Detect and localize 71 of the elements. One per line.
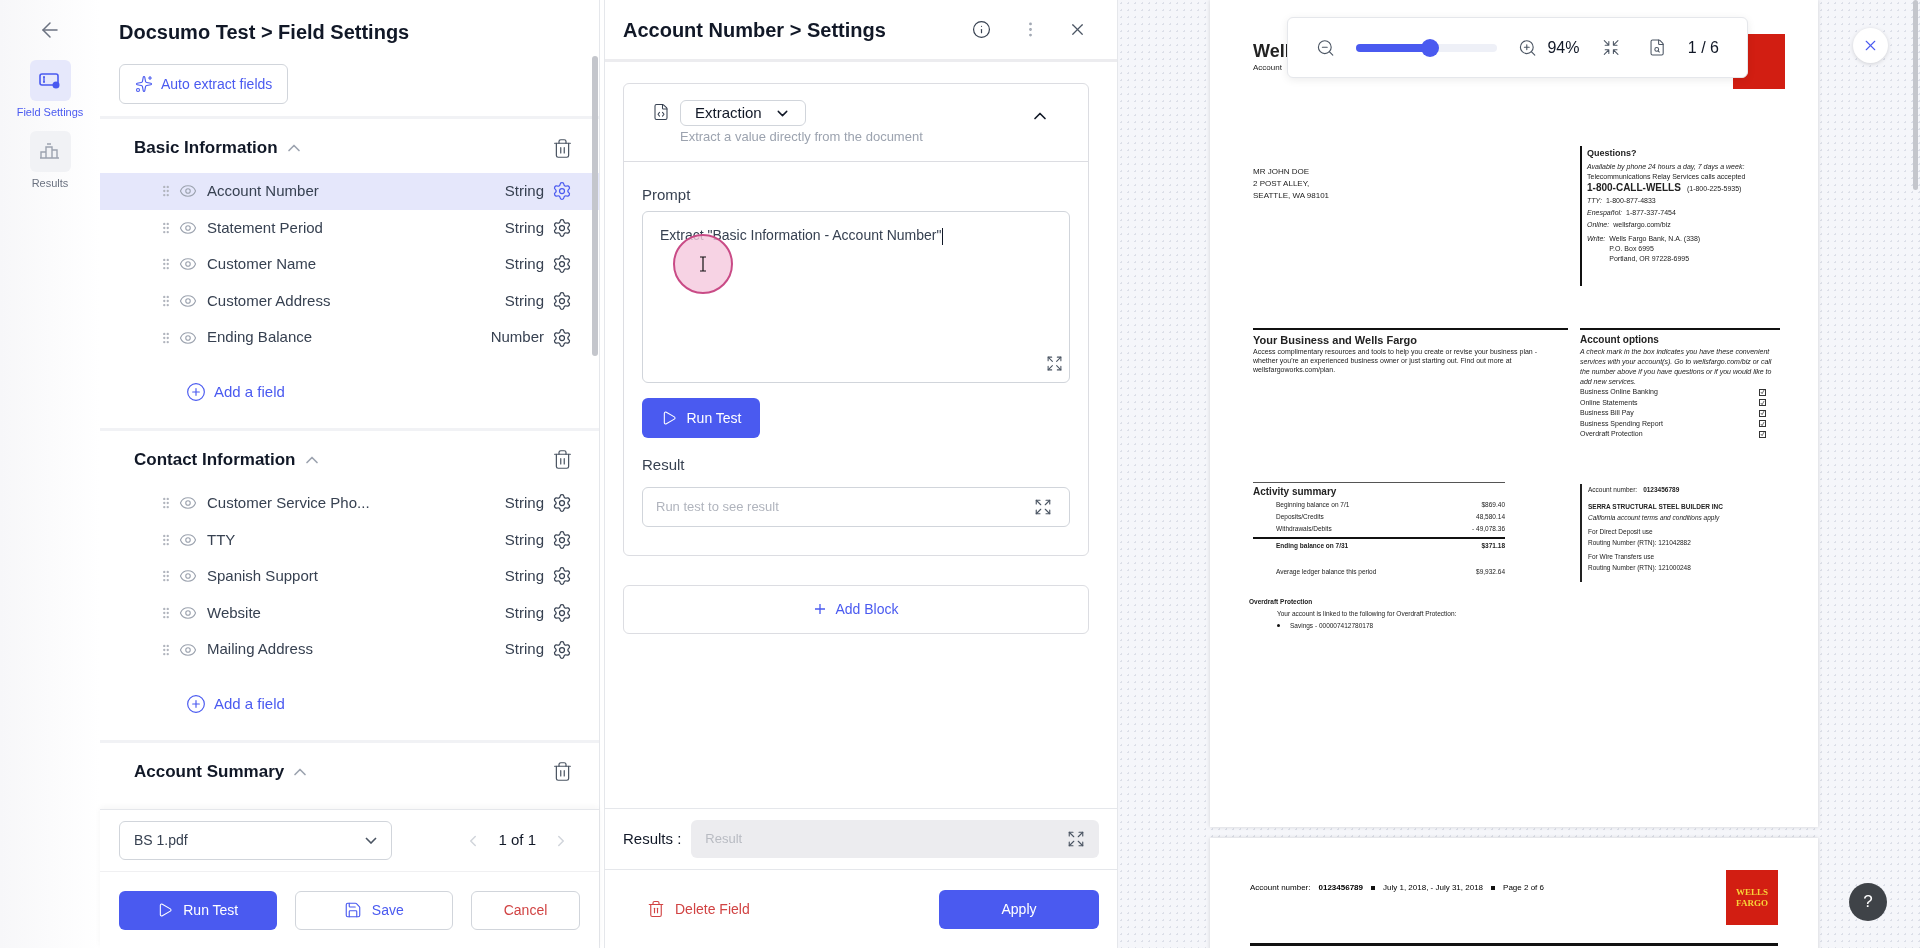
field-name: Account Number bbox=[207, 181, 320, 202]
field-row[interactable]: Statement Period String bbox=[100, 209, 599, 247]
results-label: Results : bbox=[623, 828, 682, 849]
zoom-percent: 94% bbox=[1547, 37, 1580, 58]
field-type: Number bbox=[490, 327, 544, 348]
field-type: String bbox=[504, 181, 544, 202]
field-name: Customer Name bbox=[207, 254, 318, 275]
statement-period: July 1, 2018, - July 31, 2018 bbox=[1383, 882, 1484, 894]
field-row[interactable]: Customer Name String bbox=[100, 246, 599, 283]
field-row[interactable]: Spanish Support String bbox=[100, 558, 599, 595]
field-name: Customer Address bbox=[207, 290, 332, 311]
field-type: String bbox=[504, 566, 544, 587]
field-name: Mailing Address bbox=[207, 639, 314, 660]
field-name: TTY bbox=[207, 529, 237, 550]
section-title: Basic Information bbox=[134, 137, 278, 160]
field-type: String bbox=[504, 254, 544, 275]
field-name: Ending Balance bbox=[207, 327, 314, 348]
field-name: Spanish Support bbox=[207, 566, 319, 587]
address-line: 2 POST ALLEY, bbox=[1253, 178, 1311, 190]
section-title: Account Summary bbox=[134, 761, 285, 784]
add-block-button[interactable]: Add Block bbox=[623, 584, 1089, 634]
address-line: MR JOHN DOE bbox=[1253, 166, 1310, 178]
pager-text: 1 of 1 bbox=[498, 830, 536, 851]
section-heading: Your Business and Wells Fargo bbox=[1253, 333, 1419, 347]
block-type-select[interactable]: Extraction bbox=[680, 100, 806, 126]
field-row[interactable]: TTY String bbox=[100, 521, 599, 559]
field-type: String bbox=[504, 639, 544, 660]
document-subheading: Account bbox=[1253, 62, 1283, 74]
field-name: Statement Period bbox=[207, 217, 324, 238]
auto-extract-button[interactable]: Auto extract fields bbox=[119, 64, 289, 104]
add-field-button[interactable]: Add a field bbox=[186, 692, 285, 716]
prompt-field[interactable]: Extract "Basic Information - Account Number" bbox=[642, 211, 1070, 383]
field-type: String bbox=[504, 290, 544, 311]
cancel-button[interactable]: Cancel bbox=[471, 890, 580, 930]
section-heading: Activity summary bbox=[1253, 484, 1338, 499]
account-number: 0123456789 bbox=[1318, 882, 1363, 894]
field-row[interactable]: Website String bbox=[100, 594, 599, 632]
phone-number: 1-800-CALL-WELLS bbox=[1587, 183, 1681, 193]
field-name: Website bbox=[207, 602, 262, 623]
field-row[interactable]: Mailing Address String bbox=[100, 631, 599, 668]
field-type: String bbox=[504, 493, 544, 513]
apply-button[interactable]: Apply bbox=[939, 889, 1099, 929]
address-line: SEATTLE, WA 98101 bbox=[1253, 190, 1331, 202]
bank-logo: WELLS FARGO bbox=[1726, 870, 1778, 925]
help-button[interactable]: ? bbox=[1849, 883, 1887, 921]
save-button[interactable]: Save bbox=[294, 890, 453, 930]
page-number: Page 2 of 6 bbox=[1503, 882, 1544, 894]
questions-title: Questions? bbox=[1587, 147, 1638, 160]
field-row[interactable]: Account Number String bbox=[100, 173, 599, 210]
field-name: Customer Service Pho... bbox=[207, 493, 371, 513]
field-row[interactable]: Ending Balance Number bbox=[100, 319, 599, 356]
field-type: String bbox=[504, 602, 544, 623]
field-row[interactable]: Customer Address String bbox=[100, 282, 599, 320]
result-label: Result bbox=[642, 455, 686, 475]
field-type: String bbox=[504, 529, 544, 550]
block-description: Extract a value directly from the document bbox=[680, 128, 924, 146]
section-title: Contact Information bbox=[134, 449, 296, 472]
account-label: Account number: bbox=[1250, 882, 1311, 894]
section-heading: Account options bbox=[1580, 333, 1660, 347]
panel-title: Docsumo Test > Field Settings bbox=[119, 20, 411, 45]
field-type: String bbox=[504, 217, 544, 238]
run-test-button[interactable]: Run Test bbox=[119, 890, 277, 930]
rail-item[interactable]: Field Settings bbox=[16, 60, 84, 121]
run-test-button[interactable]: Run Test bbox=[642, 398, 760, 438]
field-row[interactable]: Customer Service Pho... String bbox=[100, 484, 599, 522]
add-field-button[interactable]: Add a field bbox=[186, 380, 285, 404]
file-select[interactable]: BS 1.pdf bbox=[119, 821, 392, 860]
page-indicator: 1 / 6 bbox=[1687, 37, 1719, 58]
prompt-label: Prompt bbox=[642, 186, 691, 203]
settings-title: Account Number > Settings bbox=[623, 17, 887, 43]
delete-field-button[interactable]: Delete Field bbox=[647, 898, 750, 920]
